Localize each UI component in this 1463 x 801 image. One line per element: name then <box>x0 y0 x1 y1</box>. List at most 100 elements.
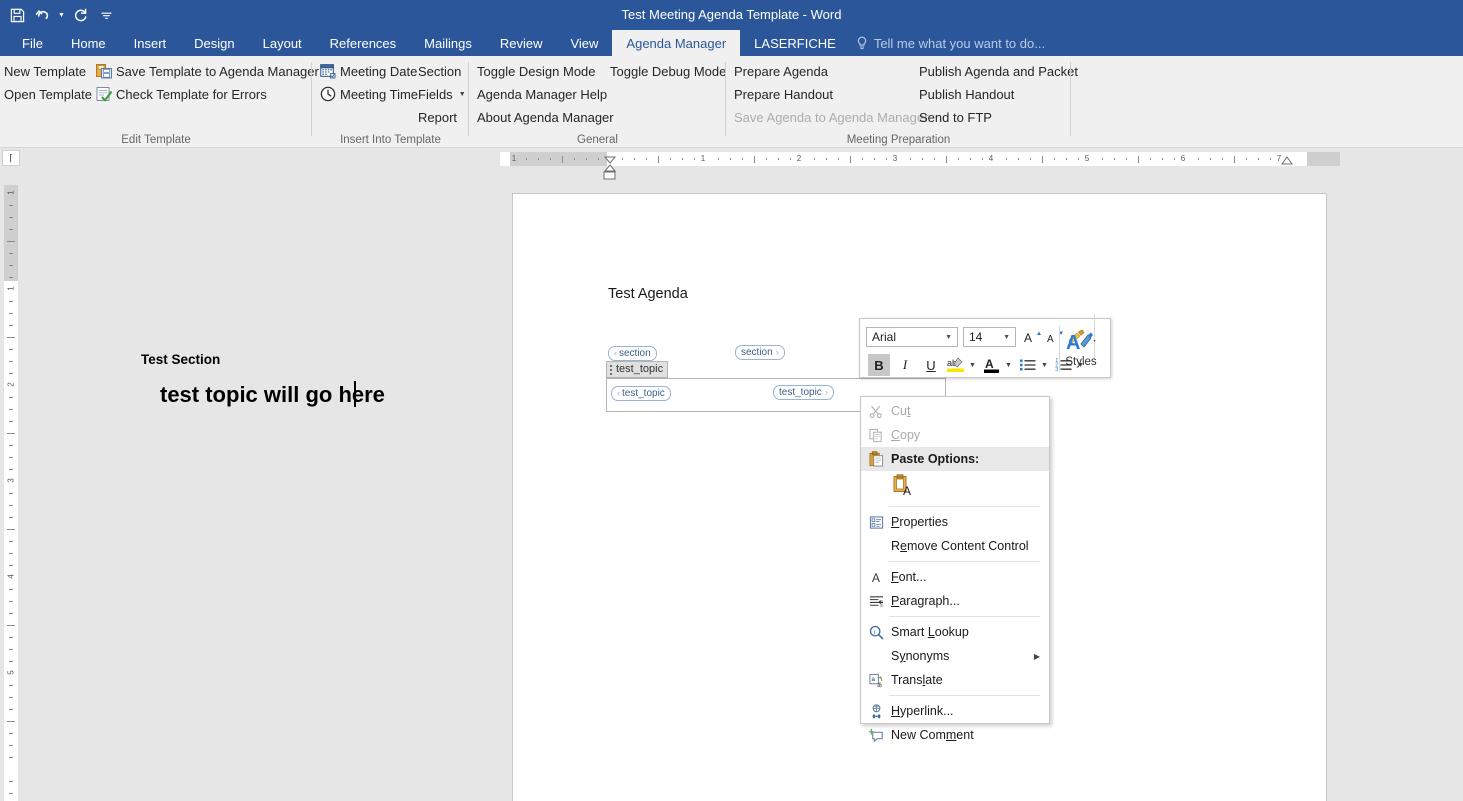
ribbon-fields[interactable]: Fields ▼ <box>418 84 466 104</box>
ribbon-open-template[interactable]: Open Template <box>4 84 92 104</box>
ribbon-toggle-design-mode[interactable]: Toggle Design Mode <box>477 61 596 81</box>
svg-text:A: A <box>903 484 911 497</box>
underline-button[interactable]: U <box>920 354 942 376</box>
undo-icon[interactable] <box>30 2 56 28</box>
tab-review[interactable]: Review <box>486 30 557 56</box>
text-highlight-dropdown-icon[interactable]: ▼ <box>967 354 978 376</box>
svg-text:A: A <box>1024 331 1032 345</box>
topic-tag-right[interactable]: test_topic <box>773 385 834 400</box>
ruler-tick <box>982 158 983 160</box>
vertical-ruler-tick <box>9 649 13 650</box>
tab-home[interactable]: Home <box>57 30 120 56</box>
ribbon-about-agenda-manager[interactable]: About Agenda Manager <box>477 107 614 127</box>
section-tag-right[interactable]: section <box>735 345 785 360</box>
right-indent-marker[interactable] <box>1281 152 1293 170</box>
font-color-dropdown-icon[interactable]: ▼ <box>1003 354 1014 376</box>
tab-agenda-manager[interactable]: Agenda Manager <box>612 30 741 56</box>
grow-font-button[interactable]: A <box>1022 326 1044 348</box>
font-color-button[interactable]: A <box>981 354 1003 376</box>
vertical-ruler-tick <box>9 265 13 266</box>
vertical-ruler-tick <box>9 517 13 518</box>
vertical-ruler-tick <box>9 277 13 278</box>
tab-laserfiche[interactable]: LASERFICHE <box>740 30 850 56</box>
font-size-combo[interactable]: 14 ▼ <box>963 327 1016 347</box>
font-family-combo[interactable]: Arial ▼ <box>866 327 958 347</box>
ruler-tick <box>1078 158 1079 160</box>
bold-button[interactable]: B <box>868 354 890 376</box>
ribbon-publish-handout-label: Publish Handout <box>919 86 1015 102</box>
ribbon-meeting-date[interactable]: Meeting Date <box>320 61 417 81</box>
ruler-tick <box>1030 158 1031 160</box>
ruler-tick <box>862 158 863 160</box>
ribbon-section[interactable]: Section <box>418 61 461 81</box>
context-menu-item-translate[interactable]: aあ Translate <box>861 668 1049 692</box>
tab-insert[interactable]: Insert <box>120 30 181 56</box>
horizontal-ruler[interactable]: 1 1 2 3 4 5 6 7 <box>500 152 1340 166</box>
text-highlight-button[interactable]: ab <box>945 354 967 376</box>
section-tag-left[interactable]: section <box>608 346 657 361</box>
ruler-tick <box>1270 158 1271 160</box>
ruler-tick <box>850 156 851 163</box>
tab-mailings[interactable]: Mailings <box>410 30 486 56</box>
tab-stop-selector[interactable]: ⌈ <box>2 150 20 166</box>
ribbon-meeting-time[interactable]: Meeting Time <box>320 84 418 104</box>
tab-file[interactable]: File <box>8 30 57 56</box>
tab-references[interactable]: References <box>316 30 410 56</box>
customize-qat-icon[interactable] <box>93 2 119 28</box>
left-indent-marker[interactable] <box>603 167 616 185</box>
tab-design[interactable]: Design <box>180 30 248 56</box>
ribbon-report[interactable]: Report <box>418 107 457 127</box>
ruler-num-4: 4 <box>988 154 994 163</box>
italic-button[interactable]: I <box>894 354 916 376</box>
ribbon-publish-handout[interactable]: Publish Handout <box>919 84 1014 104</box>
ribbon-toggle-debug-mode[interactable]: Toggle Debug Mode <box>610 61 726 81</box>
font-icon: A <box>861 565 891 589</box>
vertical-ruler-tick <box>9 349 13 350</box>
tab-layout[interactable]: Layout <box>249 30 316 56</box>
context-menu-item-synonyms[interactable]: Synonyms ▶ <box>861 644 1049 668</box>
svg-text:A: A <box>1066 332 1080 354</box>
ruler-tick <box>742 158 743 160</box>
context-menu-item-remove-content-control[interactable]: Remove Content Control <box>861 534 1049 558</box>
vertical-ruler-tick <box>9 589 13 590</box>
calendar-icon <box>320 63 336 79</box>
ribbon-send-to-ftp[interactable]: Send to FTP <box>919 107 992 127</box>
bullets-button[interactable] <box>1017 354 1039 376</box>
ribbon-save-template-to-agenda-manager[interactable]: Save Template to Agenda Manager <box>96 61 319 81</box>
ribbon-report-label: Report <box>418 109 458 125</box>
context-menu-item-hyperlink[interactable]: Hyperlink... <box>861 699 1049 723</box>
ruler-tick <box>1234 156 1235 163</box>
chevron-down-icon: ▼ <box>945 333 952 341</box>
vertical-ruler-tick <box>7 625 15 626</box>
context-menu-item-paragraph[interactable]: ¶ Paragraph... <box>861 589 1049 613</box>
context-menu-item-font[interactable]: A Font... <box>861 565 1049 589</box>
ribbon-publish-agenda-and-packet[interactable]: Publish Agenda and Packet <box>919 61 1078 81</box>
topic-tag-left[interactable]: test_topic <box>611 386 671 401</box>
tab-view[interactable]: View <box>556 30 612 56</box>
svg-text:i: i <box>873 629 875 635</box>
undo-dropdown-icon[interactable]: ▼ <box>56 2 67 28</box>
title-bar: ▼ Test Meeting Agenda Template - Word <box>0 0 1463 30</box>
tell-me-box[interactable]: Tell me what you want to do... <box>850 30 1055 56</box>
context-menu-item-properties[interactable]: Properties <box>861 510 1049 534</box>
ribbon-new-template[interactable]: New Template <box>4 61 86 81</box>
context-menu-item-smart-lookup[interactable]: i Smart Lookup <box>861 620 1049 644</box>
bullets-dropdown-icon[interactable]: ▼ <box>1039 354 1050 376</box>
ribbon-group-edit-template: New Template Open Template Save Template… <box>0 56 319 148</box>
ribbon-group-meeting-preparation: Prepare Agenda Prepare Handout Save Agen… <box>726 56 1078 148</box>
properties-icon <box>861 510 891 534</box>
context-menu-item-new-comment[interactable]: New Comment <box>861 723 1049 747</box>
topic-control-handle[interactable]: test_topic <box>606 361 669 378</box>
ribbon-agenda-manager-help[interactable]: Agenda Manager Help <box>477 84 607 104</box>
save-icon[interactable] <box>4 2 30 28</box>
ribbon-toggle-debug-mode-label: Toggle Debug Mode <box>610 63 727 79</box>
ribbon-prepare-agenda[interactable]: Prepare Agenda <box>734 61 828 81</box>
styles-button[interactable]: A Styles <box>1056 323 1106 375</box>
redo-icon[interactable] <box>67 2 93 28</box>
ribbon-prepare-handout[interactable]: Prepare Handout <box>734 84 833 104</box>
paste-text-only-icon[interactable]: A <box>891 473 915 502</box>
context-menu-paste-option-keep-text-only[interactable]: A <box>861 471 1049 503</box>
context-menu-label-paragraph: Paragraph... <box>891 594 960 608</box>
ribbon-save-template-label: Save Template to Agenda Manager <box>116 63 319 79</box>
ribbon-check-template-for-errors[interactable]: Check Template for Errors <box>96 84 267 104</box>
